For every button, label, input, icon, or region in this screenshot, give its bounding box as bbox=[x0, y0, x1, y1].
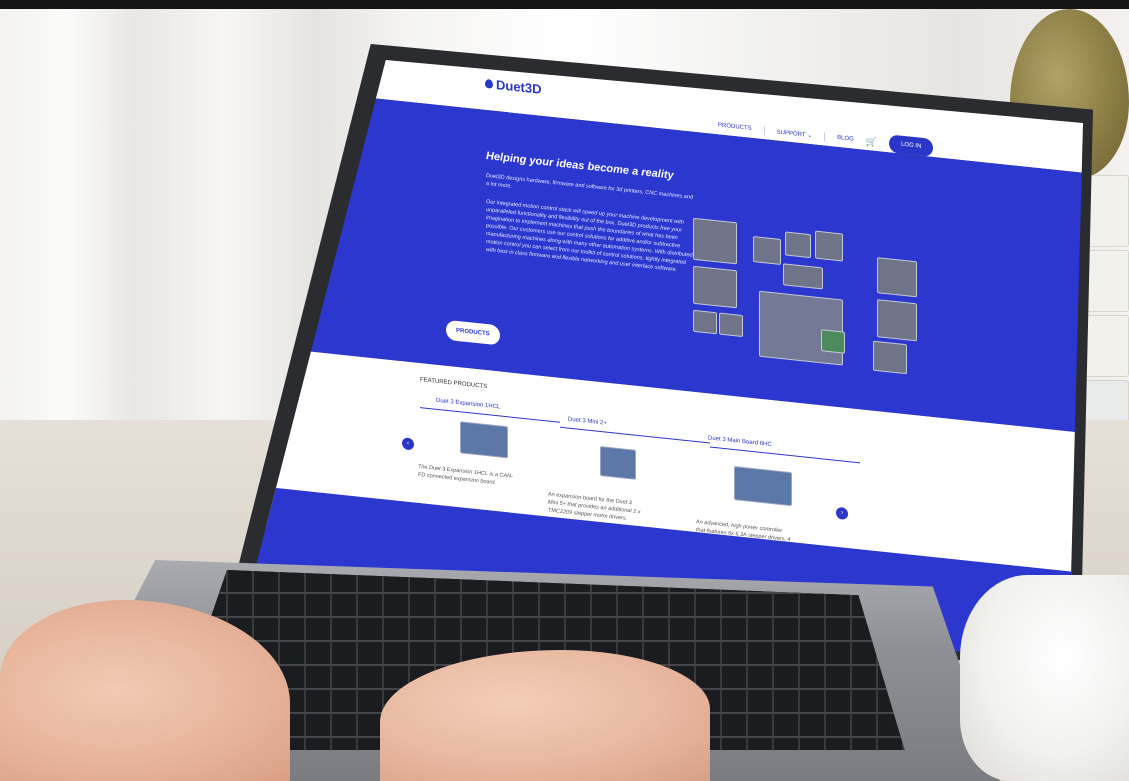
product-image[interactable] bbox=[734, 466, 792, 507]
brand-name: Duet3D bbox=[496, 77, 542, 97]
carousel-prev-button[interactable]: ‹ bbox=[402, 437, 414, 451]
brand-logo[interactable]: Duet3D bbox=[485, 76, 542, 97]
carousel-next-button[interactable]: › bbox=[836, 506, 848, 521]
nav-support-label: SUPPORT bbox=[776, 129, 806, 139]
top-black-bar bbox=[0, 0, 1129, 9]
nav-divider bbox=[763, 125, 765, 135]
duet3d-logo-icon bbox=[485, 78, 493, 89]
product-image[interactable] bbox=[460, 421, 508, 459]
nav-blog[interactable]: BLOG bbox=[837, 135, 854, 143]
boards-diagram-image bbox=[693, 217, 923, 375]
nav-divider bbox=[824, 132, 826, 142]
cart-icon[interactable]: 🛒 bbox=[866, 135, 877, 147]
nav-products[interactable]: PRODUCTS bbox=[718, 122, 752, 132]
nav-support[interactable]: SUPPORT ⌄ bbox=[777, 128, 813, 139]
coffee-mug bbox=[960, 575, 1129, 781]
chevron-down-icon: ⌄ bbox=[807, 132, 813, 139]
product-image[interactable] bbox=[600, 445, 636, 480]
